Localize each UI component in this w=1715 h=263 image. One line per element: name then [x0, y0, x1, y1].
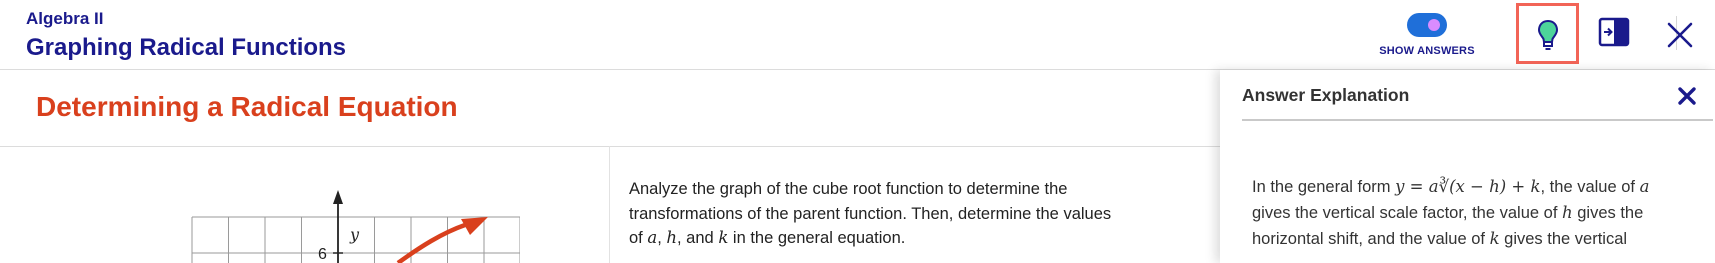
instructions-comma: ,	[657, 229, 667, 247]
toggle-side-panel-button[interactable]	[1598, 16, 1630, 48]
explanation-text4: gives the vertical	[1499, 230, 1628, 248]
explanation-after-formula: , the value of	[1540, 178, 1640, 196]
side-panel-icon	[1598, 17, 1630, 47]
close-icon	[1667, 22, 1693, 48]
close-button[interactable]	[1665, 20, 1695, 50]
column-divider	[609, 146, 610, 263]
function-curve	[396, 222, 466, 263]
section-header: Determining a Radical Equation	[0, 70, 1220, 147]
variable-a: a	[647, 228, 658, 247]
variable-k: k	[718, 228, 729, 247]
variable-h: h	[666, 228, 678, 247]
answer-explanation-panel: Answer Explanation In the general form y…	[1220, 70, 1715, 263]
answer-panel-close-button[interactable]	[1675, 84, 1699, 108]
lesson-title: Graphing Radical Functions	[26, 34, 347, 61]
explanation-text2: gives the vertical scale factor, the val…	[1252, 204, 1562, 222]
answer-panel-title: Answer Explanation	[1242, 85, 1410, 105]
explanation-lead: In the general form	[1252, 178, 1396, 196]
show-answers-toggle[interactable]: SHOW ANSWERS	[1372, 10, 1482, 60]
section-title: Determining a Radical Equation	[36, 91, 458, 122]
explanation-var-a: a	[1639, 177, 1650, 196]
explanation-var-h: h	[1562, 203, 1573, 222]
toggle-knob	[1428, 19, 1440, 31]
general-form-formula: y = a∛(x − h) + k	[1395, 177, 1541, 196]
y-axis-arrow	[333, 190, 343, 204]
y-tick-label: 6	[318, 246, 327, 263]
show-answers-switch[interactable]	[1407, 13, 1447, 37]
instructions-part2: in the general equation.	[728, 229, 906, 247]
lightbulb-icon	[1537, 19, 1559, 50]
y-axis-label: y	[349, 225, 360, 244]
answer-explanation-text: In the general form y = a∛(x − h) + k, t…	[1252, 174, 1692, 252]
explanation-var-k: k	[1489, 229, 1500, 248]
course-name: Algebra II	[26, 9, 104, 28]
show-answers-label: SHOW ANSWERS	[1379, 45, 1475, 57]
cube-root-graph: y 6	[191, 190, 520, 263]
panel-close-icon	[1678, 87, 1696, 105]
top-header: Algebra II Graphing Radical Functions SH…	[0, 0, 1715, 70]
hint-button[interactable]	[1516, 3, 1579, 64]
instructions-text: Analyze the graph of the cube root funct…	[629, 177, 1129, 251]
instructions-and: , and	[677, 229, 719, 247]
answer-panel-divider	[1242, 119, 1713, 121]
